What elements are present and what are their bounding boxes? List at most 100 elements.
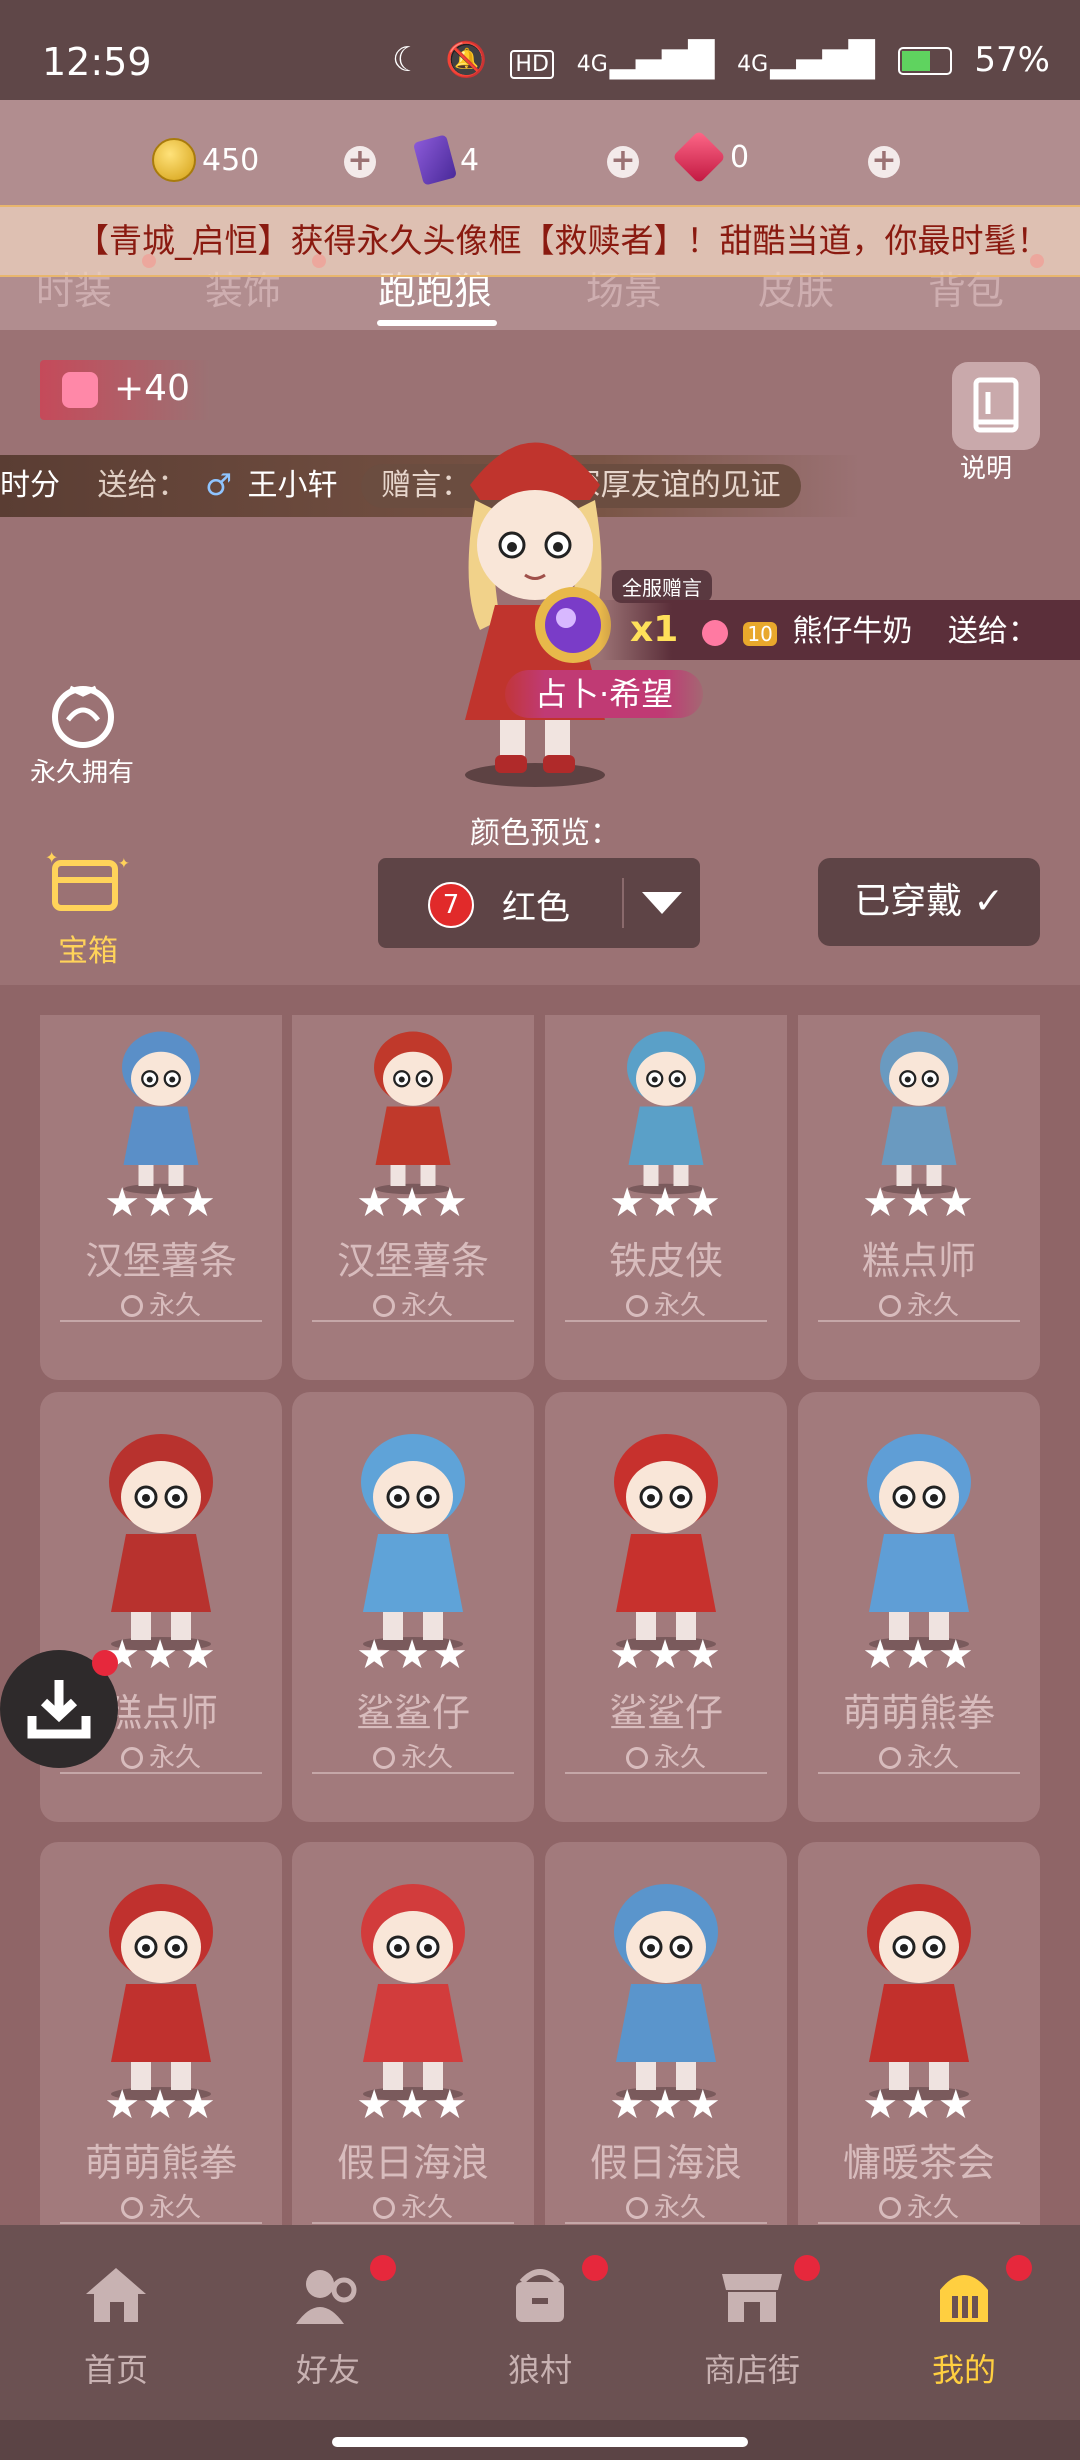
village-icon	[516, 2269, 564, 2322]
nav-village-badge	[582, 2255, 608, 2281]
nav-me-badge	[1006, 2255, 1032, 2281]
item-name: 汉堡薯条	[84, 1239, 237, 1283]
coin-icon	[152, 138, 196, 182]
nav-friends-badge	[370, 2255, 396, 2281]
timer-icon	[372, 2197, 395, 2219]
nav-friends[interactable]: 好友	[220, 2225, 436, 2420]
nav-shop-street[interactable]: 商店街	[644, 2225, 860, 2420]
item-duration-text: 永久	[400, 1743, 453, 1773]
nav-village-label: 狼村	[507, 2351, 572, 2389]
item-card[interactable]: ★★★ 萌萌熊拳永久	[40, 1842, 282, 2272]
card-amount: 4	[460, 142, 480, 178]
item-card[interactable]: ★★★ 糕点师永久	[798, 1015, 1040, 1380]
home-indicator[interactable]	[332, 2437, 748, 2447]
item-duration-text: 永久	[653, 2193, 706, 2223]
mute-icon: 🔕	[445, 40, 488, 80]
item-duration: 永久	[545, 2187, 787, 2224]
help-button[interactable]	[952, 362, 1040, 450]
item-card[interactable]: ★★★ 假日海浪 永久	[292, 1842, 534, 2272]
item-card[interactable]: ★★★ 假日海浪永久	[545, 1842, 787, 2272]
equipped-button[interactable]: 已穿戴 ✓	[818, 858, 1040, 946]
add-coins-button[interactable]: +	[344, 146, 376, 178]
item-name: 萌萌熊拳	[842, 1691, 995, 1735]
item-name: 萌萌熊拳	[84, 2141, 237, 2185]
item-card[interactable]: ★★★ 汉堡薯条 永久	[40, 1015, 282, 1380]
item-duration: 永久	[292, 1285, 534, 1322]
permanent-clock-icon[interactable]	[38, 680, 128, 750]
gem-balance: 0	[672, 130, 749, 184]
nav-home[interactable]: 首页	[8, 2225, 224, 2420]
nav-shop-badge	[794, 2255, 820, 2281]
dropdown-divider	[622, 878, 624, 928]
item-divider	[818, 2222, 1020, 2224]
nav-me[interactable]: 我的	[856, 2225, 1072, 2420]
timer-icon	[372, 1747, 395, 1769]
status-icons: ☾ 🔕 HD 4G▂▄▆█ 4G▂▄▆█ 57%	[380, 40, 1050, 80]
timer-icon	[878, 1295, 901, 1317]
item-divider	[312, 1772, 514, 1774]
item-card[interactable]: ★★★ 铁皮侠 永久	[545, 1015, 787, 1380]
all-server-badge: 全服赠言	[612, 570, 712, 603]
item-stars: ★★★	[356, 2082, 470, 2128]
active-tab-indicator	[377, 320, 497, 326]
item-name: 糕点师	[861, 1239, 976, 1283]
color-preview-label: 颜色预览：	[470, 816, 620, 851]
item-divider	[565, 1772, 767, 1774]
item-name: 假日海浪	[589, 2141, 742, 2185]
item-character-image	[880, 1031, 958, 1195]
gift-send-label-2: 送给：	[947, 614, 1038, 649]
item-stars: ★★★	[104, 2082, 218, 2128]
item-stars: ★★★	[609, 2082, 723, 2128]
network-4g-icon: 4G	[576, 52, 608, 77]
gift-message-bar-2: x1 10 熊仔牛奶 送给：	[600, 600, 1080, 660]
item-duration-text: 永久	[148, 2193, 201, 2223]
battery-percent: 57%	[974, 40, 1050, 80]
item-stars: ★★★	[609, 1180, 723, 1226]
item-stars: ★★★	[862, 1180, 976, 1226]
svg-text:✦: ✦	[118, 856, 130, 872]
item-divider	[565, 2222, 767, 2224]
dnd-moon-icon: ☾	[391, 40, 423, 80]
nav-wolf-village[interactable]: 狼村	[432, 2225, 648, 2420]
nav-me-label: 我的	[931, 2351, 996, 2389]
timer-icon	[878, 2197, 901, 2219]
item-card[interactable]: ★★★ 汉堡薯条 永久	[292, 1015, 534, 1380]
score-value: +40	[114, 368, 190, 409]
item-duration-text: 永久	[653, 1291, 706, 1321]
color-select-dropdown[interactable]: 7 红色	[378, 858, 700, 948]
item-name: 鲨鲨仔	[355, 1691, 470, 1735]
item-stars: ★★★	[862, 2082, 976, 2128]
signal-icon-2: ▂▄▆█	[770, 40, 875, 80]
battery-icon	[897, 47, 952, 75]
item-duration: 永久	[545, 1737, 787, 1774]
friends-icon	[296, 2270, 357, 2324]
item-duration: 永久	[798, 1285, 1040, 1322]
item-duration: 永久	[545, 1285, 787, 1322]
item-duration-text: 永久	[148, 1743, 201, 1773]
nav-friends-label: 好友	[295, 2351, 360, 2389]
item-card[interactable]: ★★★ 鲨鲨仔 永久	[292, 1392, 534, 1822]
heart-gem-icon	[62, 372, 98, 408]
item-stars: ★★★	[862, 1632, 976, 1678]
item-divider	[60, 1772, 262, 1774]
heart-badge-icon	[701, 619, 728, 646]
gift-send-label: 送给：	[97, 468, 188, 503]
item-duration: 永久	[40, 2187, 282, 2224]
book-icon	[973, 377, 1019, 433]
item-character-image	[374, 1031, 452, 1195]
item-character-image	[614, 1884, 718, 2101]
coin-balance: 450	[152, 138, 259, 182]
treasure-chest-icon[interactable]: ✦ ✦	[40, 848, 130, 918]
signal-icon: ▂▄▆█	[609, 40, 715, 80]
item-duration: 永久	[292, 2187, 534, 2224]
item-duration-text: 永久	[906, 1291, 959, 1321]
item-name: 汉堡薯条	[336, 1239, 489, 1283]
add-gems-button[interactable]: +	[868, 146, 900, 178]
add-cards-button[interactable]: +	[607, 146, 639, 178]
timer-icon	[878, 1747, 901, 1769]
item-card[interactable]: ★★★ 慵暖茶会 永久	[798, 1842, 1040, 2272]
item-card[interactable]: ★★★ 萌萌熊拳 永久	[798, 1392, 1040, 1822]
card-icon	[412, 134, 458, 186]
download-badge	[92, 1650, 118, 1676]
item-card[interactable]: ★★★ 鲨鲨仔 永久	[545, 1392, 787, 1822]
